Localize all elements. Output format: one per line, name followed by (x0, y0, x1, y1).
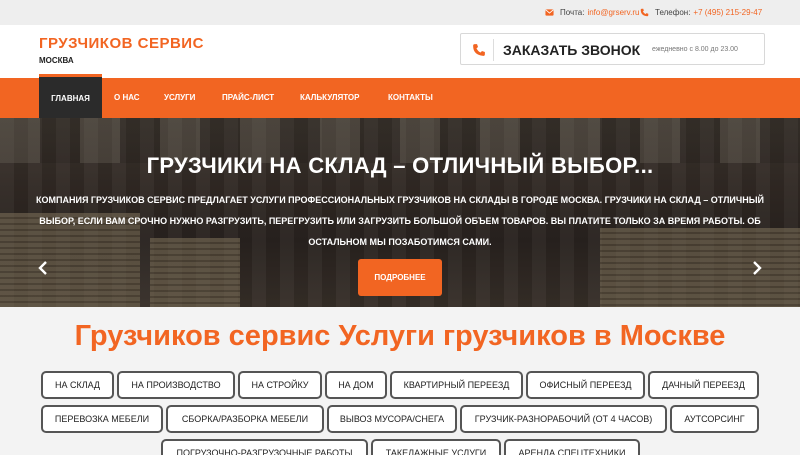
main-nav: ГЛАВНАЯ О НАС УСЛУГИ ПРАЙС-ЛИСТ КАЛЬКУЛЯ… (0, 74, 800, 118)
hero-text-line: КОМПАНИЯ ГРУЗЧИКОВ СЕРВИС ПРЕДЛАГАЕТ УСЛ… (36, 195, 764, 205)
service-tag[interactable]: НА ПРОИЗВОДСТВО (117, 371, 235, 399)
callback-button[interactable]: ЗАКАЗАТЬ ЗВОНОК ежедневно с 8.00 до 23.0… (460, 33, 765, 65)
hero-text-line: ВЫБОР, ЕСЛИ ВАМ СРОЧНО НУЖНО РАЗГРУЗИТЬ,… (39, 216, 761, 226)
envelope-icon (545, 8, 554, 17)
nav-item-contacts[interactable]: КОНТАКТЫ (388, 78, 433, 118)
phone-contact: Телефон: +7 (495) 215-29-47 (640, 8, 762, 17)
service-tag[interactable]: КВАРТИРНЫЙ ПЕРЕЕЗД (390, 371, 523, 399)
service-tag[interactable]: АРЕНДА СПЕЦТЕХНИКИ (504, 439, 640, 455)
service-tag[interactable]: ГРУЗЧИК-РАЗНОРАБОЧИЙ (ОТ 4 ЧАСОВ) (460, 405, 667, 433)
phone-icon (640, 8, 649, 17)
chevron-right-icon (753, 261, 762, 275)
site-logo[interactable]: ГРУЗЧИКОВ СЕРВИС (39, 35, 204, 52)
service-tag[interactable]: ПОГРУЗОЧНО-РАЗГРУЗОЧНЫЕ РАБОТЫ (161, 439, 368, 455)
service-tag[interactable]: ВЫВОЗ МУСОРА/СНЕГА (327, 405, 457, 433)
service-tag[interactable]: НА ДОМ (325, 371, 387, 399)
mail-label: Почта: (560, 8, 585, 17)
service-tag[interactable]: НА СТРОЙКУ (238, 371, 322, 399)
service-tag[interactable]: НА СКЛАД (41, 371, 114, 399)
nav-item-home[interactable]: ГЛАВНАЯ (39, 74, 102, 118)
phone-icon (472, 43, 486, 57)
callback-hours: ежедневно с 8.00 до 23.00 (652, 46, 738, 53)
hero-title: ГРУЗЧИКИ НА СКЛАД – ОТЛИЧНЫЙ ВЫБОР... (146, 153, 654, 178)
more-button[interactable]: ПОДРОБНЕЕ (358, 259, 442, 296)
slider-next-button[interactable] (750, 258, 764, 278)
service-tag[interactable]: ОФИСНЫЙ ПЕРЕЕЗД (526, 371, 645, 399)
nav-item-pricelist[interactable]: ПРАЙС-ЛИСТ (222, 78, 274, 118)
site-city: МОСКВА (39, 56, 74, 65)
hero-text: КОМПАНИЯ ГРУЗЧИКОВ СЕРВИС ПРЕДЛАГАЕТ УСЛ… (12, 190, 788, 253)
topbar: Почта: info@grserv.ru Телефон: +7 (495) … (0, 0, 800, 25)
slider-prev-button[interactable] (36, 258, 50, 278)
chevron-left-icon (38, 261, 47, 275)
service-tag[interactable]: ПЕРЕВОЗКА МЕБЕЛИ (41, 405, 163, 433)
nav-item-services[interactable]: УСЛУГИ (164, 78, 195, 118)
header: ГРУЗЧИКОВ СЕРВИС МОСКВА ЗАКАЗАТЬ ЗВОНОК … (0, 25, 800, 78)
hero-text-line: ОСТАЛЬНОМ МЫ ПОЗАБОТИМСЯ САМИ. (308, 237, 492, 247)
phone-link[interactable]: +7 (495) 215-29-47 (693, 8, 762, 17)
service-tag[interactable]: ТАКЕЛАЖНЫЕ УСЛУГИ (371, 439, 501, 455)
mail-contact: Почта: info@grserv.ru (545, 8, 639, 17)
mail-link[interactable]: info@grserv.ru (587, 8, 639, 17)
callback-label: ЗАКАЗАТЬ ЗВОНОК (503, 42, 641, 58)
service-tag[interactable]: ДАЧНЫЙ ПЕРЕЕЗД (648, 371, 759, 399)
phone-label: Телефон: (655, 8, 691, 17)
nav-item-calculator[interactable]: КАЛЬКУЛЯТОР (300, 78, 359, 118)
service-tag[interactable]: СБОРКА/РАЗБОРКА МЕБЕЛИ (166, 405, 324, 433)
services-title: Грузчиков сервис Услуги грузчиков в Моск… (74, 320, 726, 352)
hero-slider: ГРУЗЧИКИ НА СКЛАД – ОТЛИЧНЫЙ ВЫБОР... КО… (0, 118, 800, 307)
nav-item-about[interactable]: О НАС (114, 78, 140, 118)
service-tag[interactable]: АУТСОРСИНГ (670, 405, 759, 433)
callback-divider (493, 39, 494, 61)
